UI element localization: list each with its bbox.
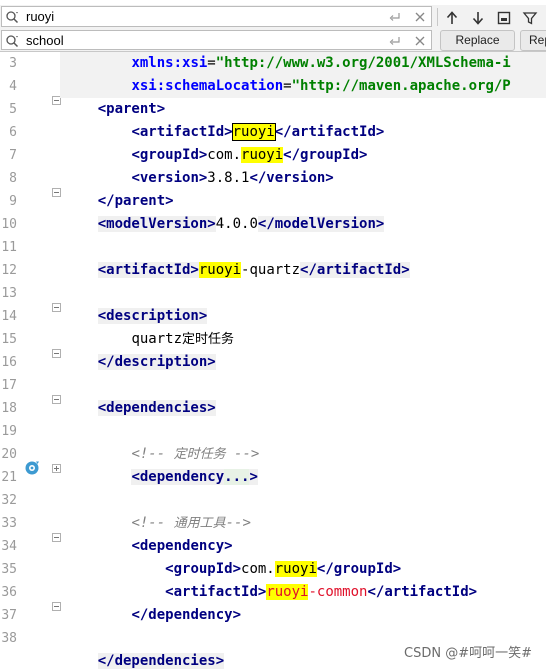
- fold-collapse-icon[interactable]: [52, 602, 61, 611]
- search-match: ruoyi: [274, 561, 317, 577]
- line-number: 17: [1, 378, 17, 393]
- line-number: 16: [1, 355, 17, 370]
- new-line-icon[interactable]: [388, 34, 402, 48]
- line-number: 3: [9, 56, 17, 71]
- code-line-6: <artifactId>ruoyi</artifactId>: [131, 123, 385, 141]
- fold-collapse-icon[interactable]: [52, 533, 61, 542]
- line-number: 33: [1, 516, 17, 531]
- line-number: 13: [1, 286, 17, 301]
- line-number: 34: [1, 539, 17, 554]
- code-area[interactable]: xmlns:xsi="http://www.w3.org/2001/XMLSch…: [60, 52, 546, 669]
- line-numbers: 3 4 5 6 7 8 9 10 11 12 13 14 15 16 17 18 19 20 21 32 33 34 35 3…: [0, 52, 17, 650]
- code-line-14: <description>: [97, 308, 208, 324]
- code-line-9: </parent>: [97, 193, 174, 209]
- arrow-up-icon[interactable]: [444, 10, 460, 26]
- line-number: 32: [1, 493, 17, 508]
- code-line-7: <groupId>com.ruoyi</groupId>: [131, 147, 368, 163]
- folded-region[interactable]: ...: [224, 469, 250, 485]
- code-line-10: <modelVersion>4.0.0</modelVersion>: [97, 216, 385, 232]
- line-number: 4: [9, 79, 17, 94]
- code-line-5: <parent>: [97, 101, 166, 117]
- fold-expand-icon[interactable]: [52, 464, 61, 473]
- code-line-34: <groupId>com.ruoyi</groupId>: [165, 561, 402, 577]
- code-line-4: xsi:schemaLocation="http://maven.apache.…: [60, 75, 546, 98]
- code-line-12: <artifactId>ruoyi-quartz</artifactId>: [97, 262, 410, 278]
- code-line-8: <version>3.8.1</version>: [131, 170, 334, 186]
- filter-icon[interactable]: [522, 10, 538, 26]
- fold-collapse-icon[interactable]: [52, 303, 61, 312]
- maven-dependency-icon[interactable]: [24, 460, 40, 476]
- line-number: 8: [9, 171, 17, 186]
- line-number: 12: [1, 263, 17, 278]
- line-number: 15: [1, 332, 17, 347]
- replace-all-button[interactable]: Repl: [520, 30, 546, 51]
- line-number: 21: [1, 470, 17, 485]
- code-line-21: <dependency...>: [131, 469, 258, 485]
- fold-collapse-icon[interactable]: [52, 188, 61, 197]
- code-line-16: </description>: [97, 354, 216, 370]
- line-number: 5: [9, 102, 17, 117]
- clear-icon[interactable]: [413, 34, 427, 48]
- line-number: 20: [1, 447, 17, 462]
- new-line-icon[interactable]: [388, 10, 402, 24]
- fold-collapse-icon[interactable]: [52, 349, 61, 358]
- find-bar: [0, 5, 546, 30]
- find-input[interactable]: [26, 8, 376, 25]
- fold-collapse-icon[interactable]: [52, 395, 61, 404]
- line-number: 18: [1, 401, 17, 416]
- watermark: CSDN @#呵呵一笑#: [402, 642, 534, 661]
- replace-button[interactable]: Replace: [440, 30, 515, 51]
- toolbar-separator: [437, 8, 438, 26]
- line-number: 9: [9, 194, 17, 209]
- code-line-35: <artifactId>ruoyi-common</artifactId>: [165, 584, 478, 600]
- find-field[interactable]: [1, 6, 432, 27]
- code-line-36: </dependency>: [131, 607, 242, 623]
- arrow-down-icon[interactable]: [470, 10, 486, 26]
- code-line-18: <dependencies>: [97, 400, 216, 416]
- line-number: 37: [1, 608, 17, 623]
- search-match: ruoyi: [241, 147, 284, 163]
- current-search-match: ruoyi: [231, 123, 276, 141]
- line-number: 10: [1, 217, 17, 232]
- code-line-15: quartz定时任务: [131, 331, 235, 347]
- line-number: 35: [1, 562, 17, 577]
- gutter: 3 4 5 6 7 8 9 10 11 12 13 14 15 16 17 18 19 20 21 32 33 34 35 3…: [0, 52, 64, 669]
- replace-field[interactable]: [1, 30, 432, 50]
- search-match: ruoyi: [198, 262, 242, 278]
- replace-history-icon[interactable]: [5, 34, 19, 48]
- line-number: 36: [1, 585, 17, 600]
- replace-input[interactable]: [26, 32, 376, 49]
- line-number: 14: [1, 309, 17, 324]
- code-line-3: xmlns:xsi="http://www.w3.org/2001/XMLSch…: [60, 52, 546, 75]
- clear-icon[interactable]: [413, 10, 427, 24]
- code-line-20: <!-- 定时任务 -->: [131, 446, 260, 462]
- line-number: 38: [1, 631, 17, 646]
- search-match: ruoyi: [266, 584, 309, 600]
- replace-bar: Replace Repl: [0, 29, 546, 52]
- search-history-icon[interactable]: [5, 10, 19, 24]
- line-number: 7: [9, 148, 17, 163]
- line-number: 19: [1, 424, 17, 439]
- line-number: 6: [9, 125, 17, 140]
- select-all-occurrences-icon[interactable]: [496, 10, 512, 26]
- code-editor[interactable]: 3 4 5 6 7 8 9 10 11 12 13 14 15 16 17 18 19 20 21 32 33 34 35 3…: [0, 52, 546, 669]
- code-line-33: <dependency>: [131, 538, 233, 554]
- code-line-32: <!-- 通用工具-->: [131, 515, 251, 531]
- line-number: 11: [1, 240, 17, 255]
